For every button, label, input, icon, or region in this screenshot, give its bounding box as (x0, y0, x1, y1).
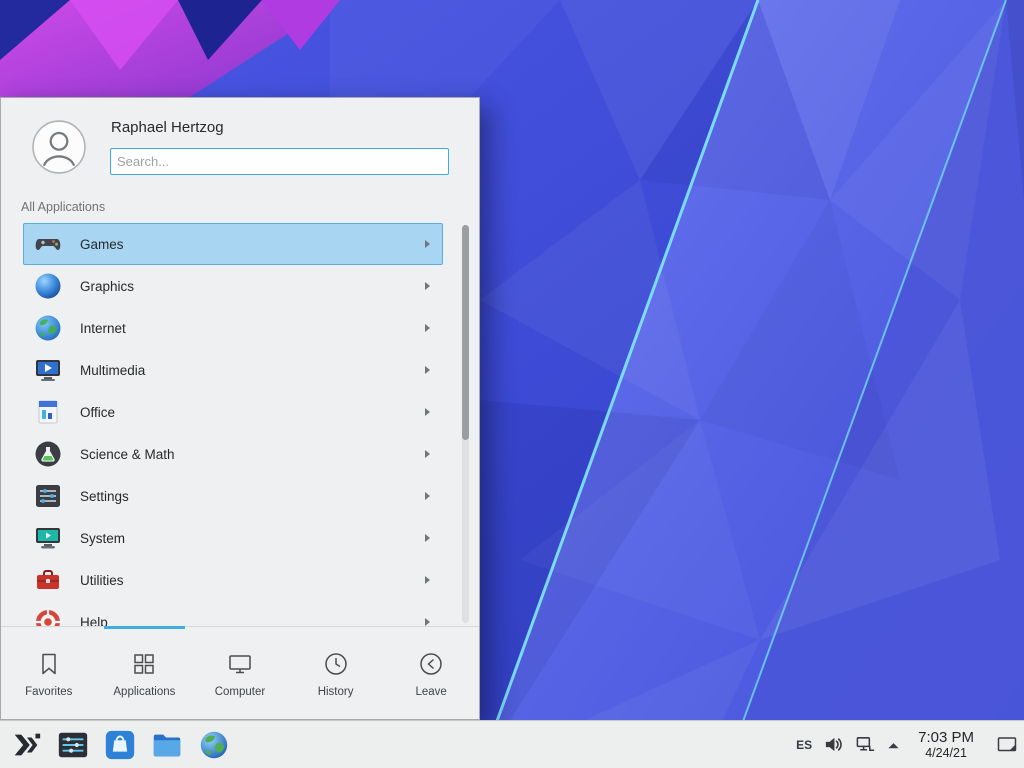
globe-icon (32, 312, 64, 344)
clock-date: 4/24/21 (918, 746, 974, 761)
chevron-right-icon (425, 408, 430, 416)
tab-label: History (318, 686, 354, 698)
tab-label: Applications (113, 686, 175, 698)
section-label: All Applications (21, 200, 105, 214)
digital-clock[interactable]: 7:03 PM 4/24/21 (918, 729, 974, 761)
document-chart-icon (32, 396, 64, 428)
category-list: Games Graphics Internet Multimedia Office Sci… (1, 223, 479, 627)
scrollbar-thumb[interactable] (462, 225, 469, 440)
palette-sphere-icon (32, 270, 64, 302)
category-item-multimedia[interactable]: Multimedia (23, 349, 443, 391)
chevron-right-icon (425, 492, 430, 500)
clock-icon (322, 650, 350, 678)
tab-leave[interactable]: Leave (383, 627, 479, 719)
chevron-right-icon (425, 534, 430, 542)
category-item-settings[interactable]: Settings (23, 475, 443, 517)
category-label: Multimedia (80, 363, 145, 378)
lifebuoy-icon (32, 606, 64, 627)
tab-applications[interactable]: Applications (97, 627, 193, 719)
category-label: Games (80, 237, 124, 252)
category-label: Utilities (80, 573, 124, 588)
keyboard-layout-indicator[interactable]: ES (796, 738, 812, 752)
category-label: Graphics (80, 279, 134, 294)
category-item-games[interactable]: Games (23, 223, 443, 265)
grid-icon (130, 650, 158, 678)
chevron-right-icon (425, 366, 430, 374)
gamepad-icon (32, 228, 64, 260)
category-label: Office (80, 405, 115, 420)
chevron-right-icon (425, 576, 430, 584)
category-item-graphics[interactable]: Graphics (23, 265, 443, 307)
leave-icon (417, 650, 445, 678)
tab-history[interactable]: History (288, 627, 384, 719)
file-manager-icon[interactable] (149, 727, 185, 763)
web-browser-icon[interactable] (196, 727, 232, 763)
toolbox-icon (32, 564, 64, 596)
scrollbar-track[interactable] (462, 225, 469, 623)
launcher-tabbar: Favorites Applications Computer History Leav… (1, 626, 479, 719)
media-screen-icon (32, 354, 64, 386)
clock-time: 7:03 PM (918, 729, 974, 746)
taskbar: ES 7:03 PM 4/24/21 (0, 720, 1024, 768)
system-tray: ES 7:03 PM 4/24/21 (796, 721, 1024, 768)
category-item-utilities[interactable]: Utilities (23, 559, 443, 601)
category-item-internet[interactable]: Internet (23, 307, 443, 349)
tab-favorites[interactable]: Favorites (1, 627, 97, 719)
application-launcher: Raphael Hertzog All Applications Games Gr… (0, 97, 480, 720)
tab-computer[interactable]: Computer (192, 627, 288, 719)
computer-icon (226, 650, 254, 678)
volume-icon[interactable] (823, 734, 844, 755)
category-label: Science & Math (80, 447, 175, 462)
chevron-right-icon (425, 282, 430, 290)
category-label: System (80, 531, 125, 546)
category-item-science-math[interactable]: Science & Math (23, 433, 443, 475)
tab-label: Leave (416, 686, 447, 698)
network-icon[interactable] (855, 734, 876, 755)
chevron-right-icon (425, 618, 430, 626)
system-monitor-icon (32, 522, 64, 554)
category-label: Internet (80, 321, 126, 336)
search-input[interactable] (110, 148, 449, 175)
chevron-right-icon (425, 240, 430, 248)
kickoff-icon[interactable] (8, 727, 44, 763)
category-item-office[interactable]: Office (23, 391, 443, 433)
taskbar-launchers (0, 727, 232, 763)
category-item-system[interactable]: System (23, 517, 443, 559)
discover-icon[interactable] (102, 727, 138, 763)
tab-label: Computer (215, 686, 266, 698)
tab-label: Favorites (25, 686, 72, 698)
desktop: Raphael Hertzog All Applications Games Gr… (0, 0, 1024, 768)
user-name: Raphael Hertzog (111, 119, 224, 136)
expand-tray-icon[interactable] (887, 741, 900, 750)
category-label: Settings (80, 489, 129, 504)
terminal-sliders-icon[interactable] (55, 727, 91, 763)
chevron-right-icon (425, 324, 430, 332)
bookmark-icon (35, 650, 63, 678)
show-desktop-button[interactable] (995, 733, 1019, 757)
chevron-right-icon (425, 450, 430, 458)
category-item-help[interactable]: Help (23, 601, 443, 627)
science-flask-icon (32, 438, 64, 470)
sliders-icon (32, 480, 64, 512)
user-avatar (32, 120, 86, 174)
